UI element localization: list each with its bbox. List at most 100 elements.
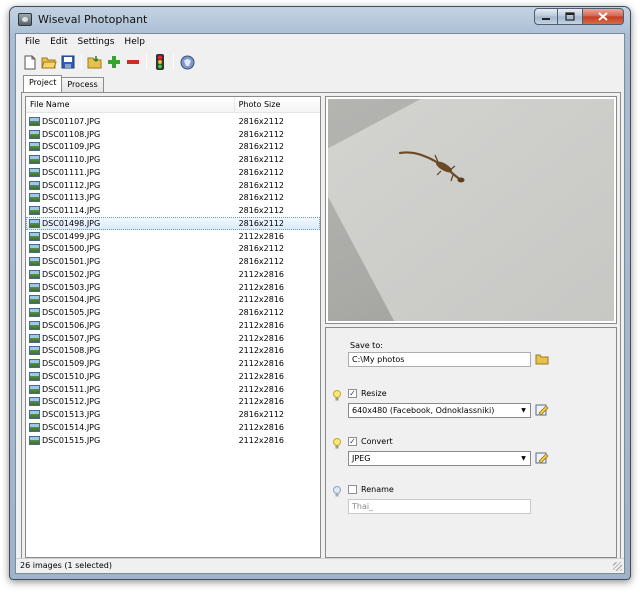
photo-size-cell: 2816x2112 <box>238 180 285 190</box>
photo-size-cell: 2816x2112 <box>238 218 285 228</box>
table-row[interactable]: DSC01108.JPG 2816x2112 <box>26 128 320 141</box>
convert-dropdown[interactable]: JPEG ▼ <box>348 451 531 466</box>
column-header-file-name[interactable]: File Name <box>26 97 235 112</box>
table-row[interactable]: DSC01511.JPG 2112x2816 <box>26 383 320 396</box>
file-name-cell: DSC01109.JPG <box>26 142 235 152</box>
table-row[interactable]: DSC01515.JPG 2112x2816 <box>26 434 320 447</box>
menu-help[interactable]: Help <box>119 34 150 50</box>
project-tab-page: File Name Photo Size DSC01107.JPG 2816x21… <box>21 92 621 560</box>
file-name-cell: DSC01113.JPG <box>26 193 235 203</box>
open-project-button[interactable] <box>40 53 58 71</box>
table-row[interactable]: DSC01512.JPG 2112x2816 <box>26 396 320 409</box>
app-icon[interactable] <box>18 13 32 26</box>
table-row[interactable]: DSC01114.JPG 2816x2112 <box>26 204 320 217</box>
photo-size-cell: 2112x2816 <box>238 320 285 330</box>
file-name: DSC01503.JPG <box>42 282 101 292</box>
file-name-cell: DSC01509.JPG <box>26 359 235 369</box>
file-name: DSC01508.JPG <box>42 346 101 356</box>
image-file-icon <box>29 435 40 445</box>
file-name-cell: DSC01510.JPG <box>26 371 235 381</box>
image-file-icon <box>29 129 40 139</box>
remove-button[interactable] <box>124 53 142 71</box>
table-row[interactable]: DSC01508.JPG 2112x2816 <box>26 345 320 358</box>
new-project-button[interactable] <box>21 53 39 71</box>
convert-checkbox[interactable]: ✓ <box>348 437 357 446</box>
about-button[interactable] <box>178 53 196 71</box>
file-name: DSC01112.JPG <box>42 180 101 190</box>
table-row[interactable]: DSC01112.JPG 2816x2112 <box>26 179 320 192</box>
table-row[interactable]: DSC01513.JPG 2816x2112 <box>26 408 320 421</box>
file-name-cell: DSC01499.JPG <box>26 231 235 241</box>
resize-grip[interactable] <box>613 562 622 571</box>
image-file-icon <box>29 359 40 369</box>
caption-buttons <box>534 8 624 25</box>
file-name: DSC01109.JPG <box>42 142 101 152</box>
file-name-cell: DSC01498.JPG <box>26 218 235 228</box>
save-to-input[interactable]: C:\My photos <box>348 352 531 367</box>
tab-process[interactable]: Process <box>61 77 104 92</box>
table-row[interactable]: DSC01500.JPG 2816x2112 <box>26 243 320 256</box>
menu-settings[interactable]: Settings <box>73 34 120 50</box>
close-button[interactable] <box>582 8 624 25</box>
table-row[interactable]: DSC01502.JPG 2112x2816 <box>26 268 320 281</box>
table-row[interactable]: DSC01504.JPG 2112x2816 <box>26 294 320 307</box>
toolbar-separator <box>81 54 82 70</box>
edit-settings-icon[interactable] <box>535 452 549 464</box>
gecko-image <box>398 151 465 183</box>
image-file-icon <box>29 397 40 407</box>
edit-settings-icon[interactable] <box>535 404 549 416</box>
minimize-button[interactable] <box>534 8 558 25</box>
file-name-cell: DSC01108.JPG <box>26 129 235 139</box>
file-list[interactable]: File Name Photo Size DSC01107.JPG 2816x21… <box>25 96 321 558</box>
chevron-down-icon: ▼ <box>521 407 526 414</box>
folder-browse-icon[interactable] <box>535 353 549 365</box>
table-row[interactable]: DSC01503.JPG 2112x2816 <box>26 281 320 294</box>
table-row[interactable]: DSC01509.JPG 2112x2816 <box>26 357 320 370</box>
table-row[interactable]: DSC01505.JPG 2816x2112 <box>26 306 320 319</box>
resize-checkbox[interactable]: ✓ <box>348 389 357 398</box>
photo-size-cell: 2816x2112 <box>238 206 285 216</box>
table-row[interactable]: DSC01507.JPG 2112x2816 <box>26 332 320 345</box>
rename-checkbox[interactable] <box>348 485 357 494</box>
file-name-cell: DSC01111.JPG <box>26 167 235 177</box>
image-file-icon <box>29 269 40 279</box>
add-icon <box>108 56 120 68</box>
table-row[interactable]: DSC01510.JPG 2112x2816 <box>26 370 320 383</box>
file-name-cell: DSC01512.JPG <box>26 397 235 407</box>
column-header-photo-size[interactable]: Photo Size <box>235 97 320 112</box>
save-project-button[interactable] <box>59 53 77 71</box>
image-file-icon <box>29 231 40 241</box>
maximize-button[interactable] <box>558 8 582 25</box>
title-bar[interactable]: Wiseval Photophant <box>10 7 630 33</box>
table-row[interactable]: DSC01107.JPG 2816x2112 <box>26 115 320 128</box>
file-name-cell: DSC01503.JPG <box>26 282 235 292</box>
table-row[interactable]: DSC01113.JPG 2816x2112 <box>26 192 320 205</box>
table-row[interactable]: DSC01499.JPG 2112x2816 <box>26 230 320 243</box>
table-row[interactable]: DSC01109.JPG 2816x2112 <box>26 141 320 154</box>
photo-size-cell: 2816x2112 <box>238 142 285 152</box>
table-row[interactable]: DSC01110.JPG 2816x2112 <box>26 153 320 166</box>
file-name: DSC01110.JPG <box>42 155 101 165</box>
tab-project[interactable]: Project <box>23 75 63 92</box>
file-name: DSC01511.JPG <box>42 384 101 394</box>
image-file-icon <box>29 384 40 394</box>
file-name-cell: DSC01112.JPG <box>26 180 235 190</box>
add-button[interactable] <box>105 53 123 71</box>
table-row[interactable]: DSC01111.JPG 2816x2112 <box>26 166 320 179</box>
photo-size-cell: 2112x2816 <box>238 282 285 292</box>
file-name: DSC01107.JPG <box>42 116 101 126</box>
table-row[interactable]: DSC01498.JPG 2816x2112 <box>26 217 320 230</box>
resize-dropdown[interactable]: 640x480 (Facebook, Odnoklassniki) ▼ <box>348 403 531 418</box>
import-button[interactable] <box>86 53 104 71</box>
table-row[interactable]: DSC01514.JPG 2112x2816 <box>26 421 320 434</box>
file-name-cell: DSC01504.JPG <box>26 295 235 305</box>
menu-file[interactable]: File <box>20 34 45 50</box>
rename-input[interactable]: Thai_ <box>348 499 531 514</box>
table-row[interactable]: DSC01506.JPG 2112x2816 <box>26 319 320 332</box>
process-button[interactable] <box>151 53 169 71</box>
image-file-icon <box>29 282 40 292</box>
photo-size-cell: 2112x2816 <box>238 333 285 343</box>
menu-edit[interactable]: Edit <box>45 34 72 50</box>
client-area: File Edit Settings Help Project Process … <box>15 33 625 574</box>
table-row[interactable]: DSC01501.JPG 2816x2112 <box>26 255 320 268</box>
